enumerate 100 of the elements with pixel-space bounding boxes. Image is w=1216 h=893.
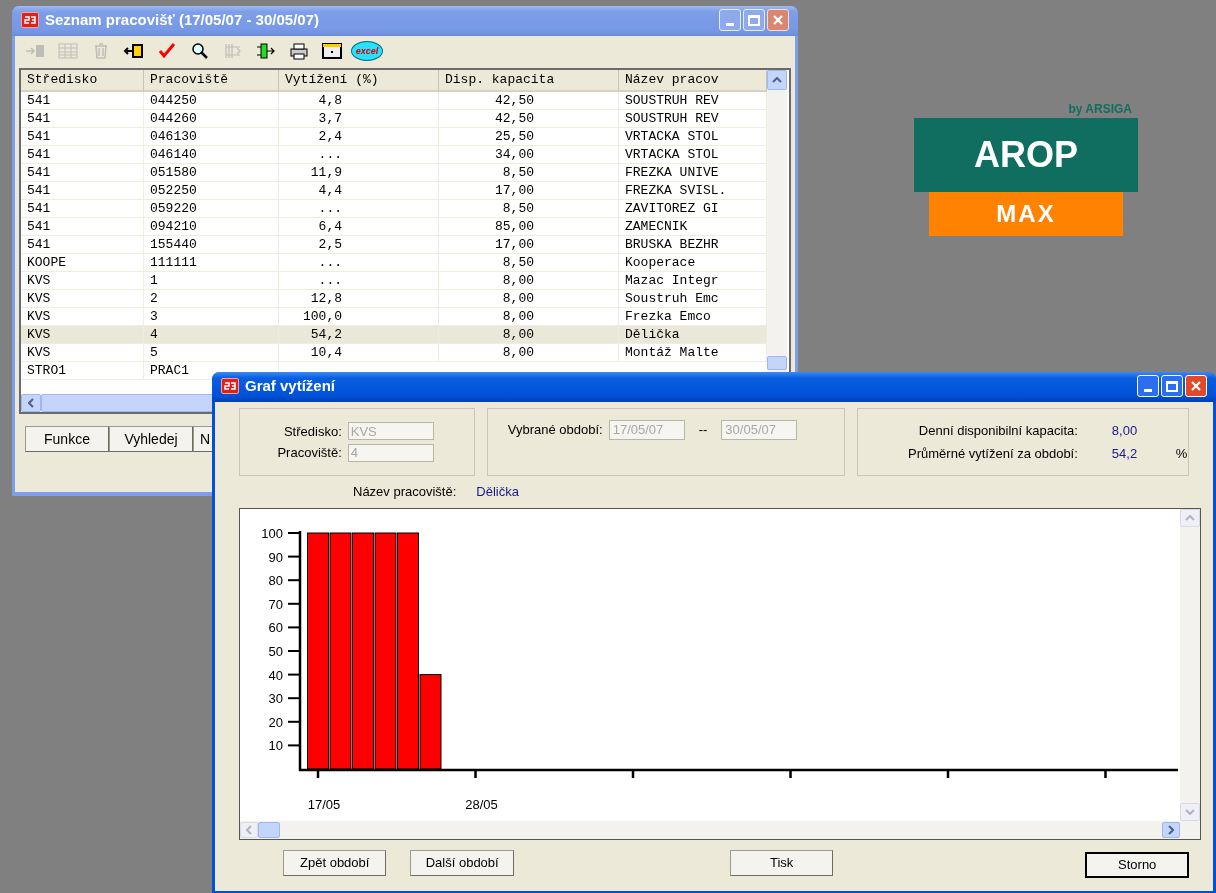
column-header[interactable]: Pracoviště [144, 70, 279, 92]
table-cell: Soustruh Emc [625, 290, 719, 307]
y-tick-label: 80 [268, 573, 283, 589]
table-cell: 541 [27, 218, 51, 235]
table-cell: 3,7 [318, 110, 342, 127]
table-cell: 85,00 [495, 218, 534, 235]
table-cell: 2 [150, 290, 158, 307]
y-tick-label: 40 [268, 667, 283, 683]
table-cell: 541 [27, 164, 51, 181]
table-cell: VRTACKA STOL [625, 128, 719, 145]
table-cell: 8,50 [502, 164, 534, 181]
logo-name-banner: AROP [914, 118, 1138, 192]
table-row[interactable]: 541 044260 3,7 42,50 SOUSTRUH REV [21, 110, 767, 128]
table-row[interactable]: KVS 1 ... 8,00 Mazac Integr [21, 272, 767, 290]
logo-byline: by ARSIGA [1068, 101, 1132, 118]
field-label: Vybrané období: [507, 421, 603, 439]
table-row[interactable]: 541 052250 4,4 17,00 FREZKA SVISL. [21, 182, 767, 200]
table-row[interactable]: 541 155440 2,5 17,00 BRUSKA BEZHR [21, 236, 767, 254]
table-cell: KOOPE [27, 254, 66, 271]
table-cell: ... [318, 254, 342, 271]
table-cell: 8,00 [502, 344, 534, 361]
y-tick-label: 60 [268, 620, 283, 636]
date-separator: -- [697, 421, 709, 439]
table-cell: KVS [27, 308, 51, 325]
table-cell: 044250 [150, 92, 197, 109]
table-cell: KVS [27, 272, 51, 289]
table-cell: 541 [27, 128, 51, 145]
table-cell: 25,50 [495, 128, 534, 145]
table-cell: 6,4 [318, 218, 342, 235]
table-row[interactable]: 541 046130 2,4 25,50 VRTACKA STOL [21, 128, 767, 146]
table-row[interactable]: KVS 5 10,4 8,00 Montáž Malte [21, 344, 767, 362]
column-header[interactable]: Název pracov [619, 70, 767, 92]
table-cell: 3 [150, 308, 158, 325]
table-cell: SOUSTRUH REV [625, 110, 719, 127]
y-tick-label: 100 [261, 526, 283, 541]
x-tick-label: 28/05 [465, 797, 498, 812]
table-cell: 8,00 [502, 326, 534, 343]
table-row[interactable]: KVS 4 54,2 8,00 Dělička [21, 326, 767, 344]
table-cell: FREZKA UNIVE [625, 164, 719, 181]
table-cell: 059220 [150, 200, 197, 217]
stat-label: Průměrné vytížení za období: [907, 445, 1078, 463]
dialog-button[interactable]: Storno [1085, 852, 1189, 878]
x-tick-label: 17/05 [307, 797, 341, 812]
table-row[interactable]: 541 059220 ... 8,50 ZAVITOREZ GI [21, 200, 767, 218]
table-row[interactable]: 541 051580 11,9 8,50 FREZKA UNIVE [21, 164, 767, 182]
column-header[interactable]: Středisko [21, 70, 144, 92]
table-cell: 42,50 [495, 110, 534, 127]
table-cell: 5 [150, 344, 158, 361]
table-cell: 541 [27, 92, 51, 109]
column-header[interactable]: Vytížení (%) [279, 70, 439, 92]
table-cell: Mazac Integr [625, 272, 719, 289]
table-row[interactable]: KOOPE 111111 ... 8,50 Kooperace [21, 254, 767, 272]
y-tick-label: 10 [268, 738, 283, 754]
y-tick-label: 20 [268, 714, 283, 730]
table-cell: Kooperace [625, 254, 696, 271]
table-cell: 2,5 [318, 236, 342, 253]
table-row[interactable]: KVS 3 100,0 8,00 Frezka Emco [21, 308, 767, 326]
table-cell: 1 [150, 272, 158, 289]
y-tick-label: 90 [268, 549, 283, 565]
table-cell: 8,50 [502, 200, 534, 217]
toolbar-button[interactable]: Vyhledej [109, 426, 193, 452]
table-cell: KVS [27, 326, 51, 343]
table-row[interactable]: KVS 2 12,8 8,00 Soustruh Emc [21, 290, 767, 308]
table-cell: VRTACKA STOL [625, 146, 719, 163]
workplace-name-label: Název pracoviště: [353, 483, 457, 502]
table-cell: 046130 [150, 128, 197, 145]
table-cell: 8,00 [502, 272, 534, 289]
table-cell: 54,2 [310, 326, 342, 343]
table-cell: 8,00 [502, 290, 534, 307]
table-cell: 34,00 [495, 146, 534, 163]
field-label: Středisko: [283, 422, 342, 441]
table-cell: 111111 [150, 254, 197, 271]
table-cell: 155440 [150, 236, 197, 253]
table-cell: 12,8 [310, 290, 342, 307]
table-row[interactable]: 541 046140 ... 34,00 VRTACKA STOL [21, 146, 767, 164]
table-cell: KVS [27, 290, 51, 307]
stat-label: Denní disponibilní kapacita: [917, 421, 1078, 440]
unit-label: % [1175, 445, 1188, 463]
toolbar-button[interactable]: Funkce [25, 426, 109, 452]
table-cell: 051580 [150, 164, 197, 181]
table-cell: 541 [27, 182, 51, 199]
field-label: Pracoviště: [277, 444, 342, 462]
y-tick-label: 30 [268, 691, 283, 707]
dialog-button[interactable]: Další období [410, 850, 514, 876]
table-cell: 4,4 [318, 182, 342, 199]
table-row[interactable]: 541 044250 4,8 42,50 SOUSTRUH REV [21, 92, 767, 110]
table-cell: 17,00 [495, 236, 534, 253]
table-cell: 541 [27, 236, 51, 253]
table-cell: 046140 [150, 146, 197, 163]
dialog-button[interactable]: Tisk [729, 850, 834, 876]
table-cell: ... [318, 272, 342, 289]
dialog-button[interactable]: Zpět období [283, 850, 387, 876]
table-cell: 17,00 [495, 182, 534, 199]
table-cell: ZAMECNIK [625, 218, 688, 235]
stat-value: 54,2 [1111, 445, 1139, 463]
column-header[interactable]: Disp. kapacita [439, 70, 619, 92]
table-row[interactable]: 541 094210 6,4 85,00 ZAMECNIK [21, 218, 767, 236]
table-cell: ZAVITOREZ GI [625, 200, 719, 217]
table-cell: 052250 [150, 182, 197, 199]
y-tick-label: 70 [268, 596, 283, 612]
